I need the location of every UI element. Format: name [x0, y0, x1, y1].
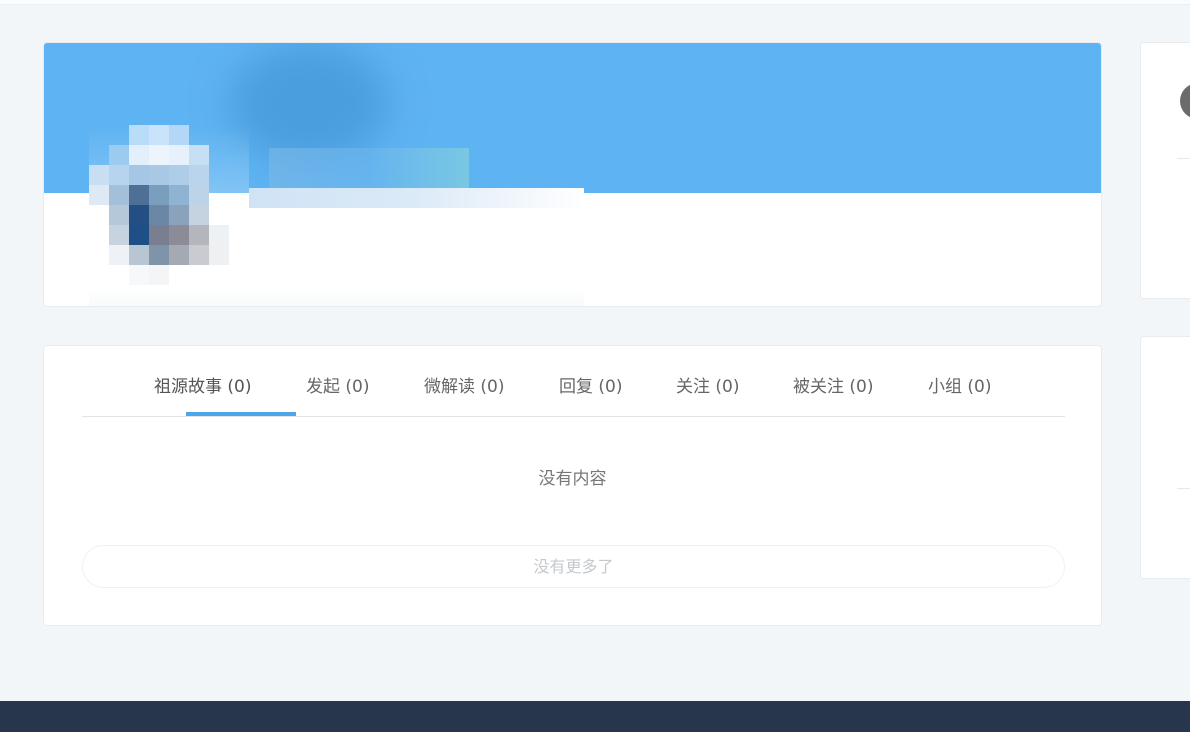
page-footer [0, 701, 1190, 732]
tab-followers[interactable]: 被关注 (0) [793, 346, 873, 417]
sidebar-divider [1177, 158, 1190, 159]
profile-tabs: 祖源故事 (0) 发起 (0) 微解读 (0) 回复 (0) 关注 (0) 被关… [82, 346, 1065, 417]
tab-initiated[interactable]: 发起 (0) [306, 346, 369, 417]
load-more-button[interactable]: 没有更多了 [82, 545, 1065, 588]
content-card: 祖源故事 (0) 发起 (0) 微解读 (0) 回复 (0) 关注 (0) 被关… [43, 345, 1102, 626]
cover-blur [229, 43, 389, 163]
top-divider [0, 0, 1190, 5]
tab-ancestry-stories[interactable]: 祖源故事 (0) [154, 346, 251, 417]
tab-groups[interactable]: 小组 (0) [928, 346, 991, 417]
pixelated-avatar-image [89, 125, 229, 285]
sidebar-avatar[interactable] [1180, 83, 1190, 119]
blurred-bio [249, 188, 584, 208]
blurred-meta [89, 288, 584, 306]
tab-micro-interpretation[interactable]: 微解读 (0) [424, 346, 504, 417]
profile-card [43, 42, 1102, 307]
empty-state-text: 没有内容 [538, 469, 607, 489]
tab-replies[interactable]: 回复 (0) [559, 346, 622, 417]
sidebar-card-user [1140, 42, 1190, 299]
active-tab-indicator [186, 412, 296, 416]
sidebar-divider [1177, 488, 1190, 489]
sidebar-card-info [1140, 336, 1190, 579]
avatar[interactable] [89, 125, 249, 306]
tab-following[interactable]: 关注 (0) [676, 346, 739, 417]
